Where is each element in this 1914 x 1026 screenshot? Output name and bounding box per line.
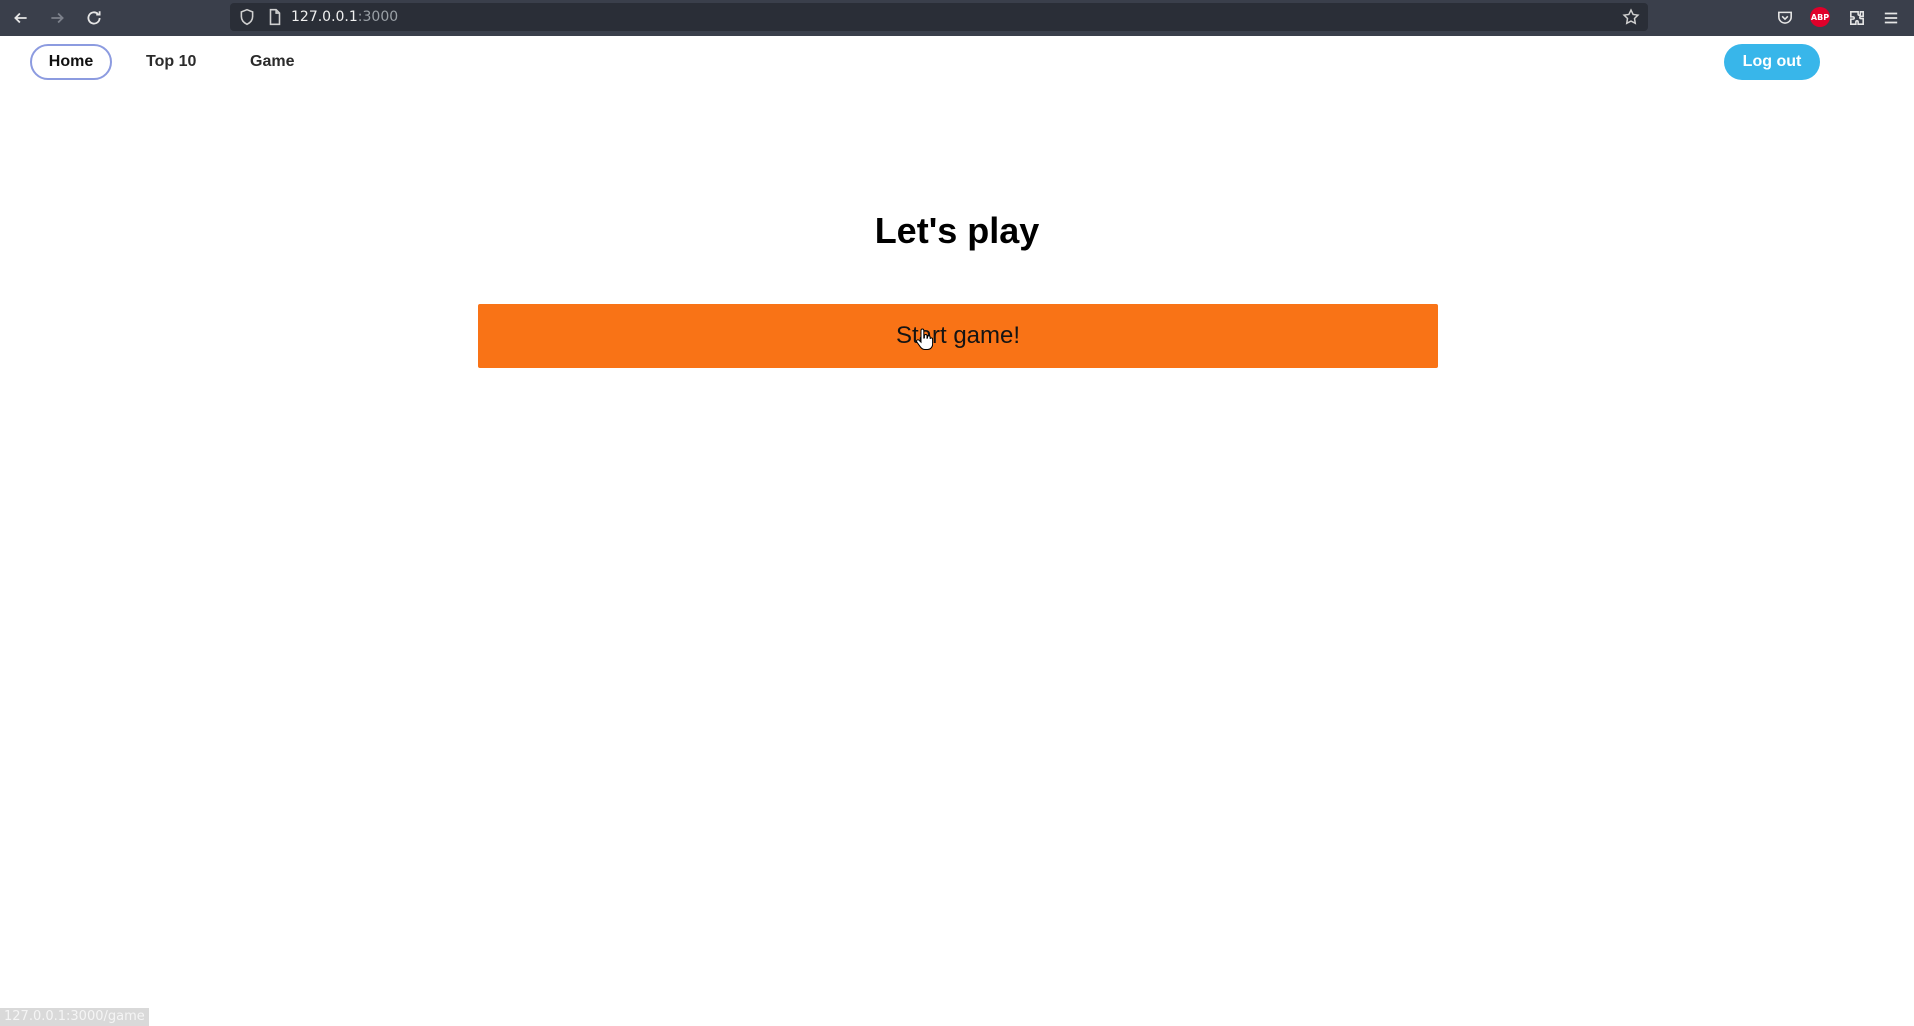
url-bar[interactable]: 127.0.0.1:3000: [230, 3, 1648, 31]
hand-cursor-icon: [916, 328, 933, 350]
nav-game-link[interactable]: Game: [234, 44, 310, 80]
reload-icon[interactable]: [83, 7, 105, 29]
adblock-plus-icon[interactable]: ABP: [1810, 7, 1830, 27]
url-text[interactable]: 127.0.0.1:3000: [291, 9, 398, 25]
page-title: Let's play: [874, 210, 1040, 251]
status-bar-url: 127.0.0.1:3000/game: [0, 1008, 149, 1026]
nav-top10-link[interactable]: Top 10: [130, 44, 212, 80]
browser-toolbar: 127.0.0.1:3000 ABP: [0, 0, 1914, 36]
page-icon: [269, 8, 281, 26]
start-game-button[interactable]: Start game!: [478, 304, 1438, 368]
forward-icon[interactable]: [46, 7, 68, 29]
menu-icon[interactable]: [1880, 7, 1902, 29]
extensions-icon[interactable]: [1846, 7, 1868, 29]
pocket-icon[interactable]: [1774, 7, 1796, 29]
nav-home-link[interactable]: Home: [30, 44, 112, 80]
logout-button[interactable]: Log out: [1724, 44, 1820, 80]
url-host: 127.0.0.1: [291, 9, 358, 25]
shield-icon[interactable]: [238, 8, 256, 26]
url-port: :3000: [357, 9, 399, 25]
top-nav: Home Top 10 Game Log out: [0, 36, 1914, 88]
back-icon[interactable]: [10, 7, 32, 29]
bookmark-star-icon[interactable]: [1622, 8, 1640, 26]
